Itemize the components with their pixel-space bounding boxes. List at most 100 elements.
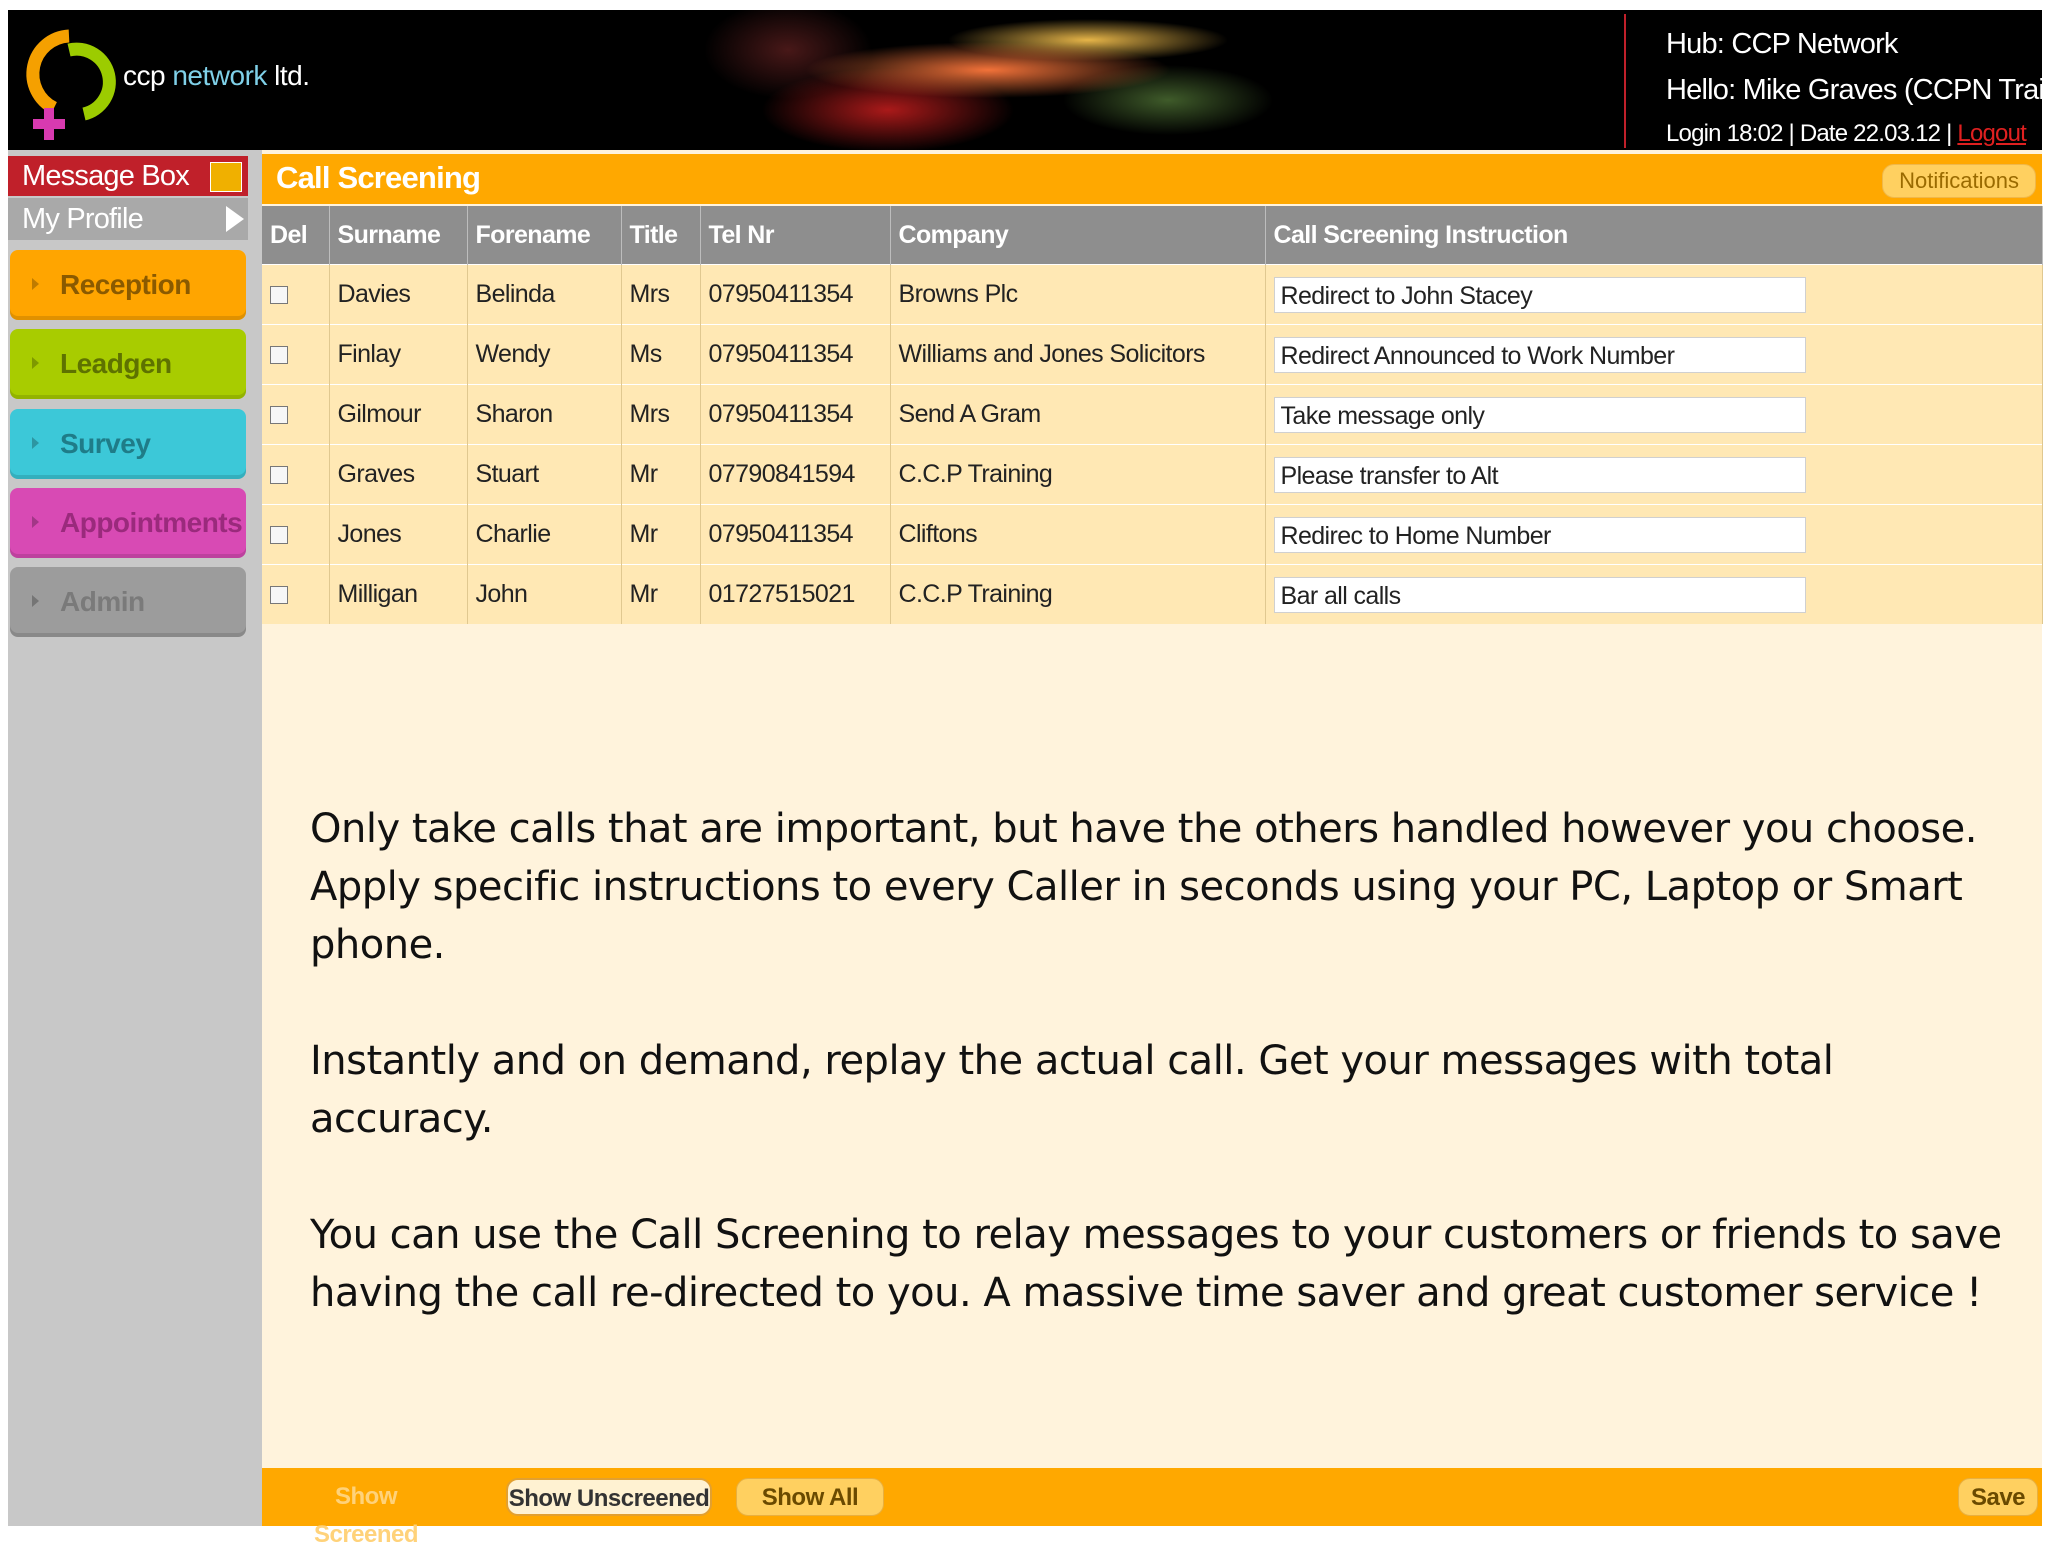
delete-checkbox[interactable]: [270, 286, 288, 305]
title-cell: Mr: [621, 504, 701, 565]
instruction-input[interactable]: Bar all calls: [1273, 576, 1806, 613]
instruction-cell: Redirect Announced to Work Number: [1265, 324, 2043, 385]
description-text: Only take calls that are important, but …: [310, 800, 2010, 1322]
main-content: Call Screening Notifications Del Surname…: [262, 150, 2043, 1548]
nav-leadgen-label: Leadgen: [60, 348, 172, 379]
forename-cell: Wendy: [467, 324, 622, 385]
header-banner-art: [668, 10, 1308, 150]
surname-cell: Milligan: [329, 564, 468, 624]
nav-survey-label: Survey: [60, 428, 151, 459]
description-paragraph: Apply specific instructions to every Cal…: [310, 864, 1963, 968]
description-paragraph: You can use the Call Screening to relay …: [310, 1212, 2002, 1316]
del-cell: [262, 324, 330, 385]
delete-checkbox[interactable]: [270, 466, 288, 485]
ccp-logo-icon: [26, 29, 116, 140]
my-profile-item[interactable]: My Profile: [8, 198, 248, 240]
chevron-right-icon: [32, 516, 39, 528]
hello-user: Hello: Mike Graves (CCPN Training): [1666, 74, 2042, 106]
table-row: Gilmour Sharon Mrs 07950411354 Send A Gr…: [262, 384, 2043, 445]
tel-cell: 07950411354: [700, 504, 891, 565]
col-header-tel[interactable]: Tel Nr: [700, 206, 891, 265]
play-arrow-icon: [226, 206, 244, 232]
nav-reception[interactable]: Reception: [10, 250, 246, 320]
table-header-row: Del Surname Forename Title Tel Nr Compan…: [262, 206, 2043, 265]
col-header-surname[interactable]: Surname: [329, 206, 468, 265]
app-frame: ccp network ltd. Hub: CCP Network Hello:…: [8, 10, 2043, 1548]
col-header-title[interactable]: Title: [621, 206, 701, 265]
instruction-input[interactable]: Please transfer to Alt: [1273, 456, 1806, 493]
delete-checkbox[interactable]: [270, 586, 288, 605]
forename-cell: Charlie: [467, 504, 622, 565]
delete-checkbox[interactable]: [270, 346, 288, 365]
company-cell: Williams and Jones Solicitors: [890, 324, 1266, 385]
instruction-input[interactable]: Redirect Announced to Work Number: [1273, 336, 1806, 373]
show-unscreened-button[interactable]: Show Unscreened: [506, 1478, 712, 1516]
nav-admin-label: Admin: [60, 586, 145, 617]
call-screening-table: Del Surname Forename Title Tel Nr Compan…: [262, 206, 2043, 624]
page-title: Call Screening: [276, 160, 481, 195]
instruction-cell: Take message only: [1265, 384, 2043, 445]
col-header-del[interactable]: Del: [262, 206, 330, 265]
table-row: Milligan John Mr 01727515021 C.C.P Train…: [262, 564, 2043, 624]
nav-appointments-label: Appointments: [60, 507, 243, 538]
instruction-input[interactable]: Take message only: [1273, 396, 1806, 433]
nav-survey[interactable]: Survey: [10, 409, 246, 479]
title-cell: Mr: [621, 444, 701, 505]
logo-text: ccp network ltd.: [123, 60, 310, 92]
company-cell: C.C.P Training: [890, 444, 1266, 505]
tel-cell: 01727515021: [700, 564, 891, 624]
save-button[interactable]: Save: [1958, 1478, 2038, 1516]
instruction-input[interactable]: Redirec to Home Number: [1273, 516, 1806, 553]
login-info: Login 18:02 | Date 22.03.12 | Logout: [1666, 120, 2027, 148]
title-cell: Mrs: [621, 264, 701, 325]
instruction-input[interactable]: Redirect to John Stacey: [1273, 276, 1806, 313]
forename-cell: Belinda: [467, 264, 622, 325]
surname-cell: Gilmour: [329, 384, 468, 445]
login-date-text: Login 18:02 | Date 22.03.12 |: [1666, 120, 1958, 147]
table-row: Jones Charlie Mr 07950411354 Cliftons Re…: [262, 504, 2043, 565]
company-cell: Send A Gram: [890, 384, 1266, 445]
title-cell: Ms: [621, 324, 701, 385]
nav-appointments[interactable]: Appointments: [10, 488, 246, 558]
title-cell: Mrs: [621, 384, 701, 445]
nav-reception-label: Reception: [60, 269, 191, 300]
company-cell: Cliftons: [890, 504, 1266, 565]
notifications-button[interactable]: Notifications: [1882, 164, 2036, 198]
logo-ccp: ccp: [123, 60, 173, 91]
instruction-cell: Please transfer to Alt: [1265, 444, 2043, 505]
nav-leadgen[interactable]: Leadgen: [10, 329, 246, 399]
tel-cell: 07950411354: [700, 384, 891, 445]
surname-cell: Graves: [329, 444, 468, 505]
chevron-right-icon: [32, 595, 39, 607]
table-row: Graves Stuart Mr 07790841594 C.C.P Train…: [262, 444, 2043, 505]
col-header-instruction[interactable]: Call Screening Instruction: [1265, 206, 2043, 265]
del-cell: [262, 564, 330, 624]
footer-toolbar: Show Screened Show Unscreened Show All S…: [262, 1468, 2042, 1548]
col-header-forename[interactable]: Forename: [467, 206, 622, 265]
show-all-button[interactable]: Show All: [736, 1478, 884, 1516]
del-cell: [262, 384, 330, 445]
surname-cell: Jones: [329, 504, 468, 565]
del-cell: [262, 444, 330, 505]
logout-link[interactable]: Logout: [1957, 120, 2026, 147]
nav-admin[interactable]: Admin: [10, 567, 246, 637]
show-screened-button[interactable]: Show Screened: [294, 1478, 438, 1548]
del-cell: [262, 264, 330, 325]
description-paragraph: Instantly and on demand, replay the actu…: [310, 1038, 1834, 1142]
message-box-label: Message Box: [22, 160, 190, 192]
company-cell: C.C.P Training: [890, 564, 1266, 624]
instruction-cell: Redirec to Home Number: [1265, 504, 2043, 565]
delete-checkbox[interactable]: [270, 406, 288, 425]
instruction-cell: Bar all calls: [1265, 564, 2043, 624]
delete-checkbox[interactable]: [270, 526, 288, 545]
col-header-company[interactable]: Company: [890, 206, 1266, 265]
del-cell: [262, 504, 330, 565]
my-profile-label: My Profile: [22, 203, 144, 235]
message-box-item[interactable]: Message Box: [8, 156, 248, 196]
user-info-panel: Hub: CCP Network Hello: Mike Graves (CCP…: [1624, 14, 2042, 148]
surname-cell: Finlay: [329, 324, 468, 385]
company-cell: Browns Plc: [890, 264, 1266, 325]
table-row: Finlay Wendy Ms 07950411354 Williams and…: [262, 324, 2043, 385]
